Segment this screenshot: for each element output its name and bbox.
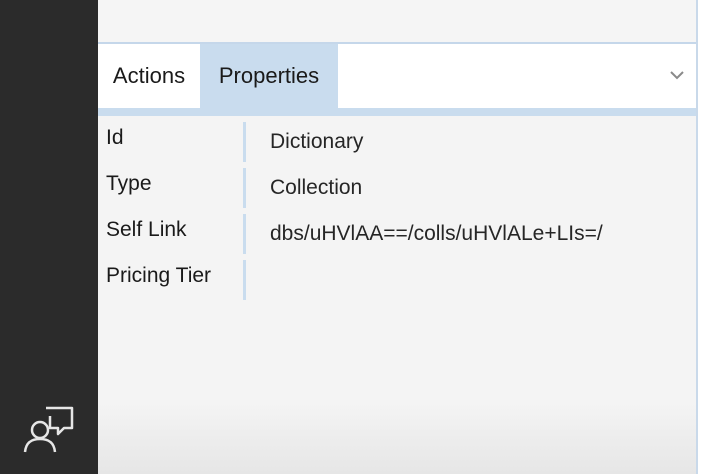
property-row-id: Id Dictionary: [98, 116, 696, 162]
column-divider: [243, 214, 246, 254]
property-row-self-link: Self Link dbs/uHVlAA==/colls/uHVlALe+LIs…: [98, 208, 696, 254]
property-row-pricing-tier: Pricing Tier: [98, 254, 696, 300]
tab-properties-label: Properties: [218, 63, 320, 88]
property-key: Pricing Tier: [106, 264, 212, 287]
properties-table: Id Dictionary Type Collection Self Link …: [98, 116, 696, 474]
main-panel: Actions Properties Id Dictionary Type Co…: [98, 0, 696, 474]
scrollbar-edge[interactable]: [696, 0, 702, 474]
tab-actions-label: Actions: [112, 63, 186, 88]
top-bar: [98, 0, 696, 44]
property-key: Self Link: [106, 218, 187, 241]
column-divider: [243, 122, 246, 162]
column-divider: [243, 168, 246, 208]
feedback-icon[interactable]: [20, 402, 76, 458]
tab-actions[interactable]: Actions: [98, 44, 200, 108]
chevron-down-icon[interactable]: [668, 66, 686, 84]
column-divider: [243, 260, 246, 300]
property-key: Id: [106, 126, 124, 149]
property-value: Collection: [270, 176, 363, 199]
property-row-type: Type Collection: [98, 162, 696, 208]
property-key: Type: [106, 172, 152, 195]
property-value: dbs/uHVlAA==/colls/uHVlALe+LIs=/: [270, 222, 603, 245]
property-value: Dictionary: [270, 130, 364, 153]
activity-bar: [0, 0, 98, 474]
tab-strip-divider: [98, 108, 696, 116]
tab-properties[interactable]: Properties: [200, 44, 338, 108]
tab-strip: Actions Properties: [98, 44, 696, 108]
